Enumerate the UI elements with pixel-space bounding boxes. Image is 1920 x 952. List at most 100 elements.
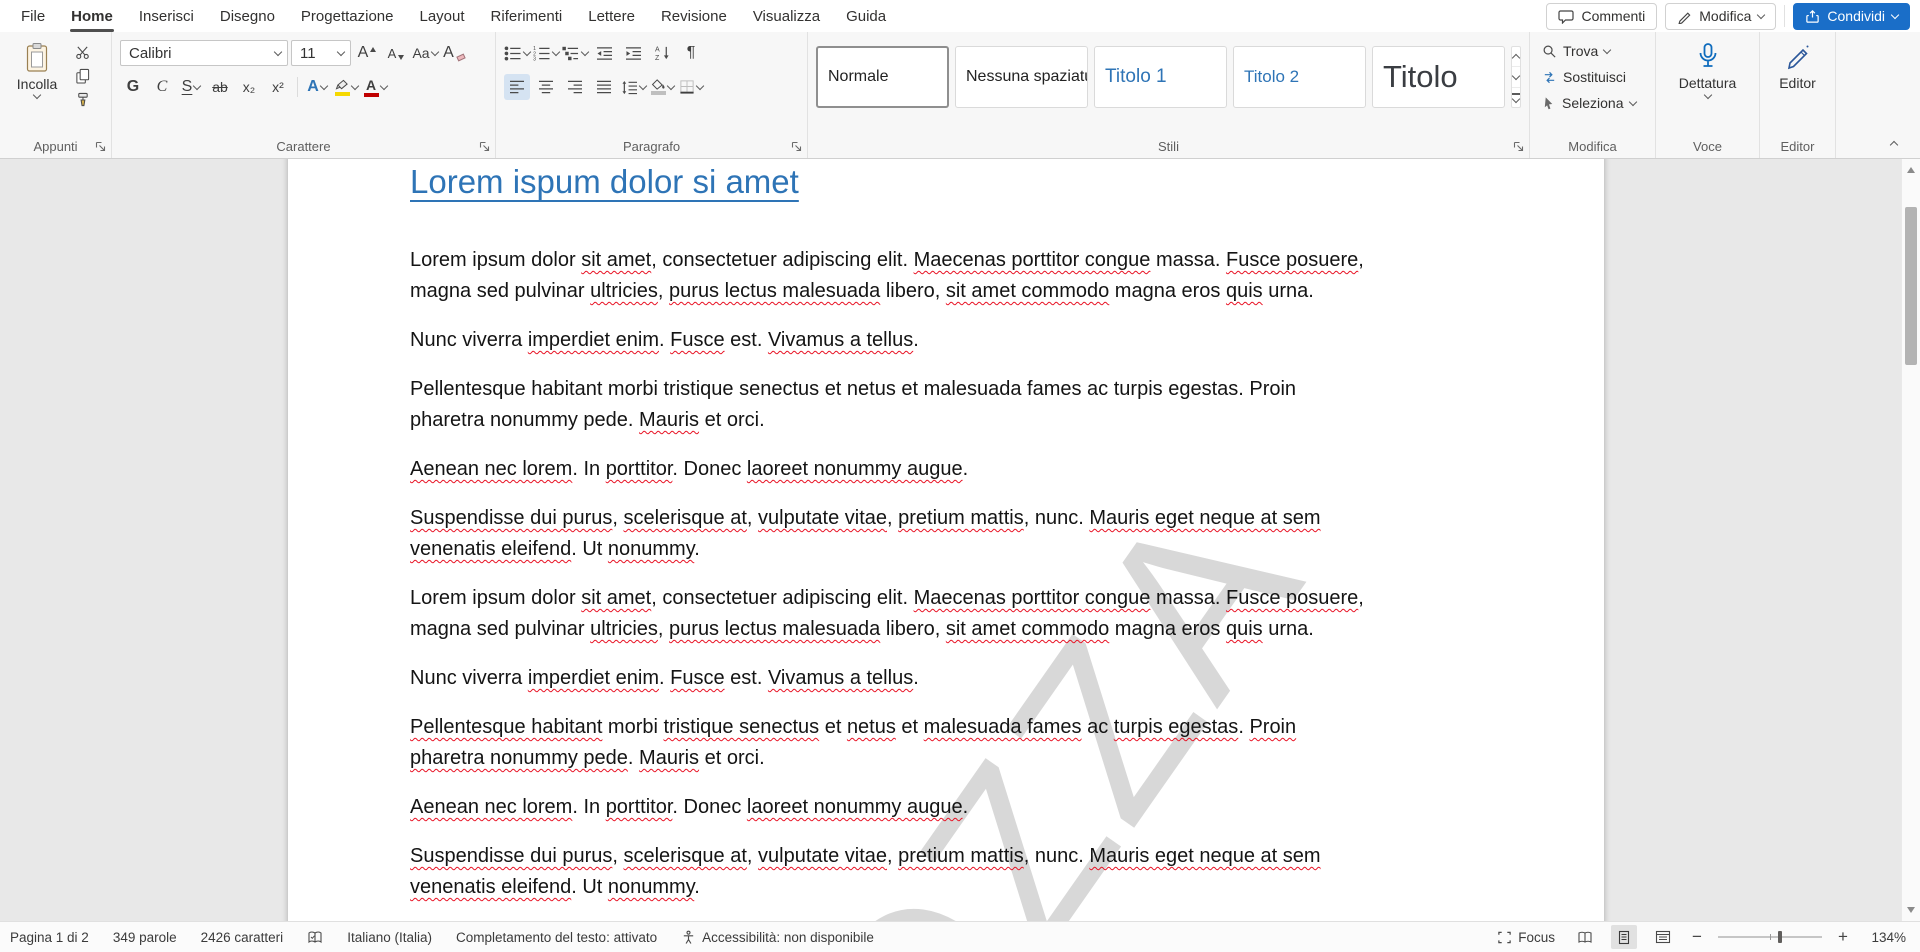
zoom-out-button[interactable]: − xyxy=(1689,927,1705,947)
zoom-in-button[interactable]: + xyxy=(1835,927,1851,947)
subscript-button[interactable]: x₂ xyxy=(236,74,262,100)
clear-formatting-button[interactable]: A xyxy=(441,40,467,66)
style-gallery-up-button[interactable] xyxy=(1512,47,1520,66)
show-formatting-marks-button[interactable]: ¶ xyxy=(678,40,704,66)
cut-button[interactable] xyxy=(70,42,94,62)
format-painter-button[interactable] xyxy=(70,90,94,110)
paragraph[interactable]: Aenean nec lorem. In porttitor. Donec la… xyxy=(410,454,1486,485)
paragraph-dialog-launcher[interactable] xyxy=(789,139,803,153)
justify-button[interactable] xyxy=(591,74,617,100)
shading-button[interactable] xyxy=(649,74,675,100)
style-nessuna-spaziatura[interactable]: Nessuna spaziatura xyxy=(955,46,1088,108)
style-gallery-more-button[interactable] xyxy=(1512,87,1520,107)
paragraph[interactable]: Lorem ipsum dolor sit amet, consectetuer… xyxy=(410,245,1486,307)
zoom-slider-thumb[interactable] xyxy=(1778,931,1782,943)
tab-disegno[interactable]: Disegno xyxy=(207,0,288,32)
styles-dialog-launcher[interactable] xyxy=(1511,139,1525,153)
style-titolo-1[interactable]: Titolo 1 xyxy=(1094,46,1227,108)
increase-indent-button[interactable] xyxy=(620,40,646,66)
focus-button[interactable]: Focus xyxy=(1497,930,1555,945)
tab-home[interactable]: Home xyxy=(58,0,126,32)
tab-inserisci[interactable]: Inserisci xyxy=(126,0,207,32)
tab-riferimenti[interactable]: Riferimenti xyxy=(478,0,576,32)
paragraph[interactable]: Nunc viverra imperdiet enim. Fusce est. … xyxy=(410,325,1486,356)
paragraph[interactable]: Pellentesque habitant morbi tristique se… xyxy=(410,374,1486,436)
change-case-button[interactable]: Aa xyxy=(412,40,438,66)
paragraph[interactable]: Lorem ipsum dolor sit amet, consectetuer… xyxy=(410,583,1486,645)
paragraph[interactable]: Suspendisse dui purus, scelerisque at, v… xyxy=(410,503,1486,565)
font-name-combo[interactable]: Calibri xyxy=(120,40,288,66)
scrollbar-thumb[interactable] xyxy=(1905,207,1917,365)
web-layout-button[interactable] xyxy=(1650,925,1676,949)
numbering-button[interactable]: 123 xyxy=(533,40,559,66)
style-titolo-2[interactable]: Titolo 2 xyxy=(1233,46,1366,108)
dictate-button[interactable]: Dettatura xyxy=(1664,40,1751,98)
scroll-up-button[interactable] xyxy=(1902,161,1920,178)
bold-button[interactable]: G xyxy=(120,74,146,100)
proofing-status-button[interactable] xyxy=(307,930,323,945)
clipboard-dialog-launcher[interactable] xyxy=(93,139,107,153)
print-layout-button[interactable] xyxy=(1611,925,1637,949)
comments-button[interactable]: Commenti xyxy=(1546,3,1657,30)
line-spacing-button[interactable] xyxy=(620,74,646,100)
style-titolo[interactable]: Titolo xyxy=(1372,46,1505,108)
font-color-button[interactable]: A xyxy=(362,74,388,100)
paragraph[interactable]: Aenean nec lorem. In porttitor. Donec la… xyxy=(410,792,1486,823)
paragraph[interactable]: Pellentesque habitant morbi tristique se… xyxy=(410,712,1486,774)
share-button[interactable]: Condividi xyxy=(1793,3,1910,30)
font-dialog-launcher[interactable] xyxy=(477,139,491,153)
read-mode-button[interactable] xyxy=(1572,925,1598,949)
bullets-button[interactable] xyxy=(504,40,530,66)
tab-visualizza[interactable]: Visualizza xyxy=(740,0,833,32)
replace-button[interactable]: Sostituisci xyxy=(1538,64,1630,90)
tab-guida[interactable]: Guida xyxy=(833,0,899,32)
collapse-ribbon-button[interactable] xyxy=(1882,134,1906,152)
strikethrough-button[interactable]: ab xyxy=(207,74,233,100)
decrease-indent-button[interactable] xyxy=(591,40,617,66)
paragraph[interactable]: Suspendisse dui purus, scelerisque at, v… xyxy=(410,841,1486,903)
style-gallery-down-button[interactable] xyxy=(1512,66,1520,86)
copy-button[interactable] xyxy=(70,66,94,86)
editing-mode-button[interactable]: Modifica xyxy=(1665,3,1776,30)
text-completion-indicator[interactable]: Completamento del testo: attivato xyxy=(456,930,657,945)
chevron-down-icon xyxy=(1512,72,1520,80)
borders-button[interactable] xyxy=(678,74,704,100)
accessibility-indicator[interactable]: Accessibilità: non disponibile xyxy=(681,930,874,945)
italic-button[interactable]: C xyxy=(149,74,175,100)
editor-button[interactable]: Editor xyxy=(1768,40,1827,91)
misspelled-text: Aenean nec lorem xyxy=(410,458,572,480)
character-count[interactable]: 2426 caratteri xyxy=(201,930,284,945)
sort-button[interactable]: AZ xyxy=(649,40,675,66)
text-effects-button[interactable]: A xyxy=(304,74,330,100)
paragraph[interactable]: Nunc viverra imperdiet enim. Fusce est. … xyxy=(410,663,1486,694)
scroll-down-button[interactable] xyxy=(1902,901,1920,918)
align-left-button[interactable] xyxy=(504,74,530,100)
tab-file[interactable]: File xyxy=(8,0,58,32)
page-indicator[interactable]: Pagina 1 di 2 xyxy=(10,930,89,945)
select-button[interactable]: Seleziona xyxy=(1538,90,1640,116)
style-normale[interactable]: Normale xyxy=(816,46,949,108)
tab-progettazione[interactable]: Progettazione xyxy=(288,0,407,32)
find-button[interactable]: Trova xyxy=(1538,38,1614,64)
underline-button[interactable]: S xyxy=(178,74,204,100)
multilevel-list-button[interactable] xyxy=(562,40,588,66)
highlight-color-button[interactable] xyxy=(333,74,359,100)
language-indicator[interactable]: Italiano (Italia) xyxy=(347,930,432,945)
font-size-combo[interactable]: 11 xyxy=(291,40,351,66)
chevron-down-icon xyxy=(1512,95,1520,103)
word-count[interactable]: 349 parole xyxy=(113,930,177,945)
tab-revisione[interactable]: Revisione xyxy=(648,0,740,32)
shrink-font-button[interactable]: A xyxy=(383,40,409,66)
paste-button[interactable]: Incolla xyxy=(8,40,66,134)
document-page[interactable]: BOZZA Lorem ispum dolor si amet Lorem ip… xyxy=(288,159,1604,921)
document-title[interactable]: Lorem ispum dolor si amet xyxy=(410,163,1486,201)
superscript-button[interactable]: x² xyxy=(265,74,291,100)
tab-lettere[interactable]: Lettere xyxy=(575,0,648,32)
zoom-slider[interactable] xyxy=(1718,936,1822,938)
grow-font-button[interactable]: A xyxy=(354,40,380,66)
align-center-button[interactable] xyxy=(533,74,559,100)
tab-layout[interactable]: Layout xyxy=(407,0,478,32)
zoom-level[interactable]: 134% xyxy=(1864,930,1906,945)
vertical-scrollbar[interactable] xyxy=(1901,159,1920,921)
align-right-button[interactable] xyxy=(562,74,588,100)
